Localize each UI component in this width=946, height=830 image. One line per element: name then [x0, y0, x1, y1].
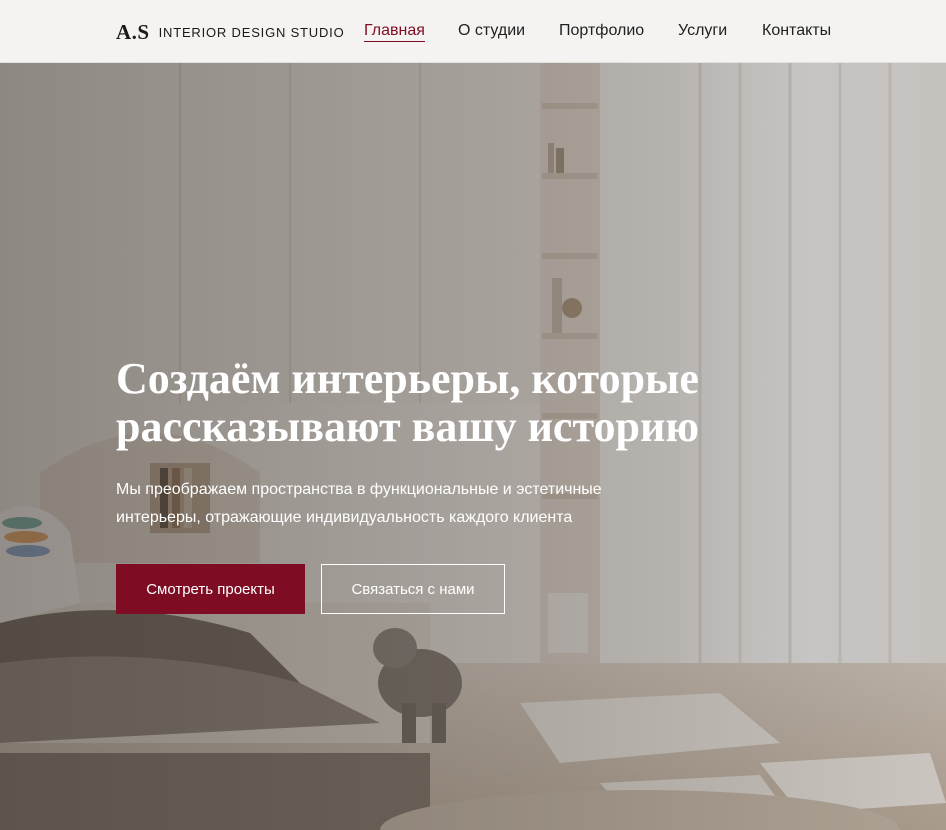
hero-section: Создаём интерьеры, которые рассказывают … — [0, 63, 946, 830]
logo-text: INTERIOR DESIGN STUDIO — [158, 25, 345, 40]
contact-us-button[interactable]: Связаться с нами — [321, 564, 505, 614]
hero-subtitle-line-2: интерьеры, отражающие индивидуальность к… — [116, 509, 573, 526]
nav-link-services[interactable]: Услуги — [678, 21, 727, 41]
hero-title-line-1: Создаём интерьеры, которые — [116, 354, 699, 403]
nav-link-contacts[interactable]: Контакты — [762, 21, 831, 41]
hero-title: Создаём интерьеры, которые рассказывают … — [116, 355, 816, 451]
site-header: A.S INTERIOR DESIGN STUDIO Главная О сту… — [0, 0, 946, 63]
logo[interactable]: A.S INTERIOR DESIGN STUDIO — [116, 20, 345, 45]
hero-subtitle-line-1: Мы преображаем пространства в функционал… — [116, 481, 602, 498]
hero-title-line-2: рассказывают вашу историю — [116, 402, 699, 451]
nav-link-home[interactable]: Главная — [364, 21, 425, 42]
nav-link-portfolio[interactable]: Портфолио — [559, 21, 644, 41]
hero-subtitle: Мы преображаем пространства в функционал… — [116, 476, 716, 532]
logo-mark: A.S — [116, 20, 150, 44]
nav-link-about[interactable]: О студии — [458, 21, 525, 41]
view-projects-button[interactable]: Смотреть проекты — [116, 564, 305, 614]
